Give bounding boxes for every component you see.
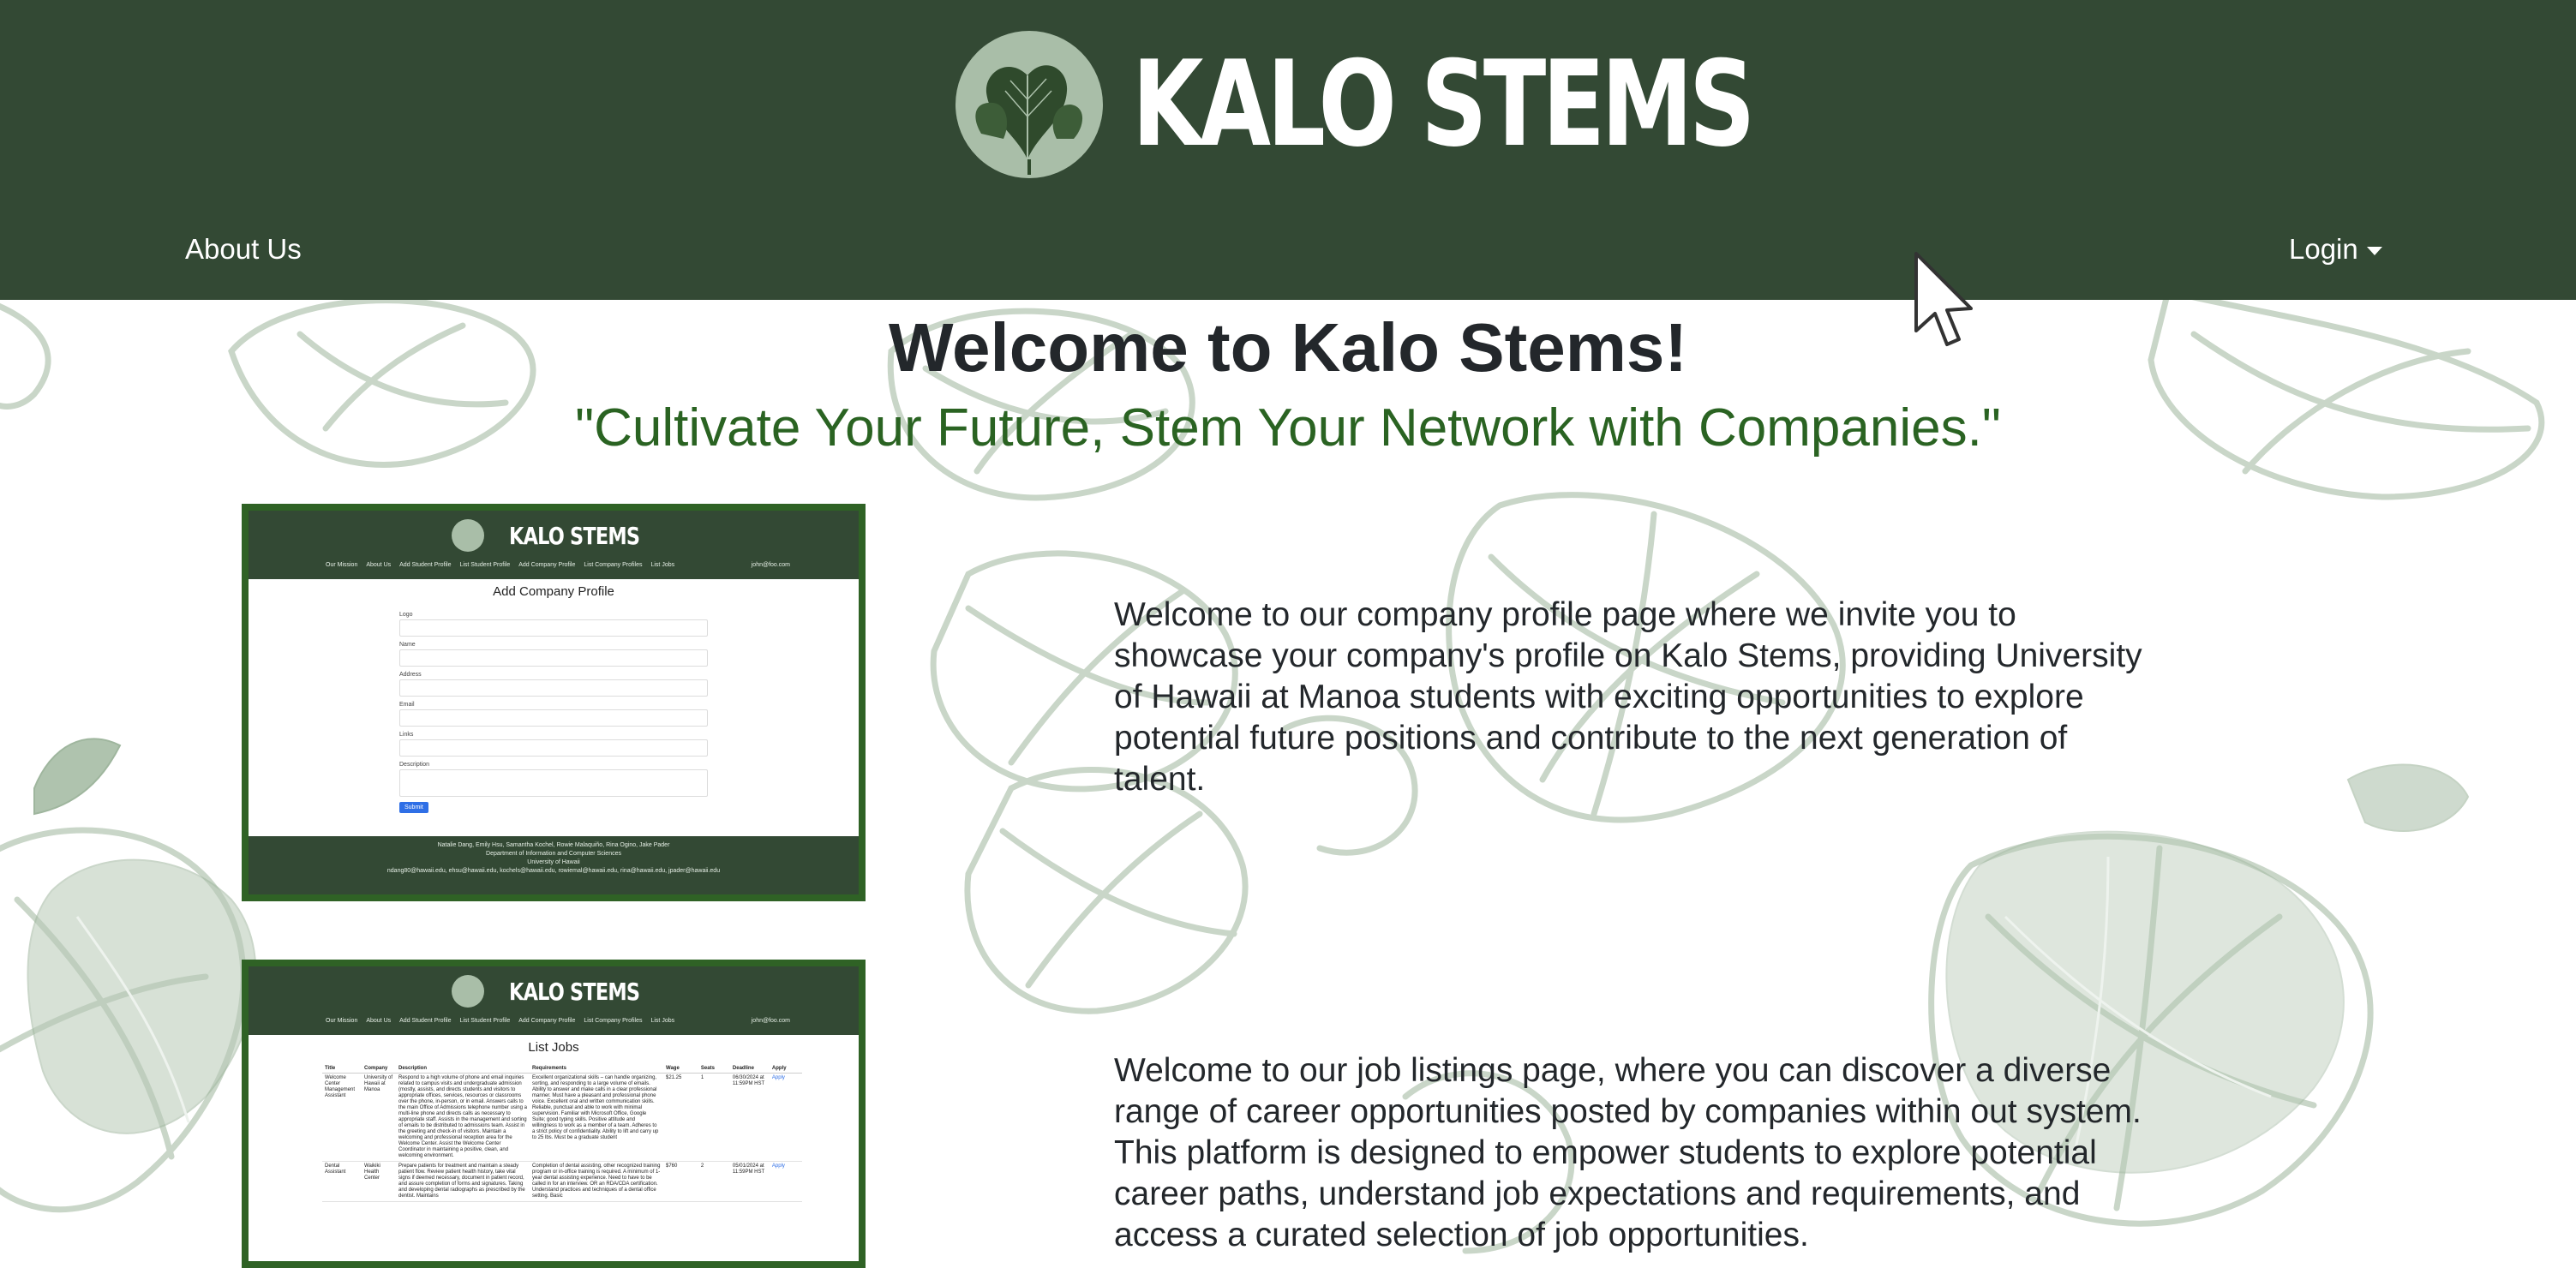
preview-field: [399, 739, 708, 757]
preview-footer-line: University of Hawaii: [527, 859, 580, 865]
table-row: Welcome Center Management Assistant Univ…: [322, 1073, 802, 1162]
table-header-row: Title Company Description Requirements W…: [322, 1064, 802, 1074]
job-description-cell: Prepare patients for treatment and maint…: [396, 1161, 530, 1202]
preview-nav-item: Add Company Profile: [518, 562, 576, 568]
tagline: "Cultivate Your Future, Stem Your Networ…: [575, 398, 2001, 458]
preview-brand: KALO STEMS: [249, 519, 859, 552]
job-apply-cell: Apply: [769, 1161, 802, 1202]
add-company-profile-screenshot: KALO STEMS Our Mission About Us Add Stud…: [242, 504, 866, 901]
table-row: Dental Assistant Waikiki Health Center P…: [322, 1161, 802, 1202]
preview-nav-item: List Student Profile: [459, 1018, 511, 1024]
preview-nav-item: List Student Profile: [459, 562, 511, 568]
taro-leaf-logo-icon: [451, 975, 484, 1008]
preview-header: KALO STEMS Our Mission About Us Add Stud…: [249, 511, 859, 579]
preview-footer-line: Department of Information and Computer S…: [486, 851, 621, 857]
site-header: KALO STEMS About Us Login: [0, 0, 2576, 300]
preview-field: [399, 679, 708, 697]
preview-header: KALO STEMS Our Mission About Us Add Stud…: [249, 966, 859, 1035]
preview-nav-item: About Us: [366, 1018, 392, 1024]
brand-title: KALO STEMS: [1132, 34, 1755, 173]
job-requirements-cell: Completion of dental assisting, other re…: [530, 1161, 663, 1202]
taro-leaf-logo-icon: [451, 519, 484, 552]
job-apply-cell: Apply: [769, 1073, 802, 1162]
preview-textarea: [399, 769, 708, 797]
preview-brand-title: KALO STEMS: [508, 977, 640, 1006]
brand[interactable]: KALO STEMS: [956, 29, 1926, 179]
main-content: Welcome to Kalo Stems! "Cultivate Your F…: [0, 300, 2576, 1268]
preview-brand: KALO STEMS: [249, 975, 859, 1008]
column-header: Seats: [698, 1064, 730, 1074]
column-header: Title: [322, 1064, 362, 1074]
preview-field-label: Links: [399, 732, 414, 738]
job-company-cell: Waikiki Health Center: [362, 1161, 396, 1202]
job-description-cell: Respond to a high volume of phone and em…: [396, 1073, 530, 1162]
column-header: Company: [362, 1064, 396, 1074]
nav-about-us-link[interactable]: About Us: [185, 233, 302, 266]
preview-nav-item: List Company Profiles: [584, 1018, 643, 1024]
job-wage-cell: $760: [663, 1161, 698, 1202]
list-jobs-screenshot: KALO STEMS Our Mission About Us Add Stud…: [242, 960, 866, 1268]
preview-nav-item: Our Mission: [326, 562, 358, 568]
preview-nav: Our Mission About Us Add Student Profile…: [326, 562, 790, 568]
job-listings-description: Welcome to our job listings page, where …: [1114, 1052, 2142, 1253]
job-wage-cell: $21.25: [663, 1073, 698, 1162]
preview-nav-item: List Jobs: [650, 562, 675, 568]
preview-field-label: Address: [399, 672, 422, 678]
preview-field-label: Email: [399, 702, 415, 708]
caret-down-icon: [2366, 247, 2382, 255]
preview-user: john@foo.com: [751, 1018, 790, 1024]
preview-field: [399, 709, 708, 727]
job-seats-cell: 2: [698, 1161, 730, 1202]
preview-nav-item: About Us: [366, 562, 392, 568]
preview-field-label: Name: [399, 642, 416, 648]
column-header: Description: [396, 1064, 530, 1074]
job-title-cell: Welcome Center Management Assistant: [322, 1073, 362, 1162]
column-header: Requirements: [530, 1064, 663, 1074]
preview-field: [399, 619, 708, 637]
mouse-pointer-icon: [1914, 252, 1973, 346]
page-title: Welcome to Kalo Stems!: [888, 309, 1688, 386]
preview-footer-line: ndang80@hawaii.edu, ehsu@hawaii.edu, koc…: [386, 868, 721, 874]
job-title-cell: Dental Assistant: [322, 1161, 362, 1202]
preview-field: [399, 649, 708, 667]
preview-form: Logo Name Address Email Links Descriptio…: [399, 607, 708, 813]
preview-nav-item: Add Company Profile: [518, 1018, 576, 1024]
preview-page-title: List Jobs: [528, 1040, 579, 1055]
taro-leaf-logo-icon: [956, 30, 1103, 178]
login-dropdown[interactable]: Login: [2289, 233, 2382, 266]
job-requirements-cell: Excellent organizational skills – can ha…: [530, 1073, 663, 1162]
preview-field-label: Description: [399, 762, 430, 768]
preview-submit-button: Submit: [399, 802, 428, 813]
preview-nav-item: Add Student Profile: [399, 1018, 452, 1024]
preview-user: john@foo.com: [751, 562, 790, 568]
preview-field-label: Logo: [399, 612, 413, 618]
job-deadline-cell: 06/30/2024 at 11:59PM HST: [729, 1073, 770, 1162]
apply-link: Apply: [771, 1163, 785, 1169]
login-label: Login: [2289, 233, 2358, 265]
preview-nav-item: Our Mission: [326, 1018, 358, 1024]
preview-footer-line: Natalie Dang, Emily Hsu, Samantha Kochel…: [437, 842, 670, 848]
job-seats-cell: 1: [698, 1073, 730, 1162]
column-header: Deadline: [729, 1064, 770, 1074]
company-profile-description: Welcome to our company profile page wher…: [1114, 596, 2142, 798]
column-header: Wage: [663, 1064, 698, 1074]
preview-nav-item: List Company Profiles: [584, 562, 643, 568]
preview-nav-item: List Jobs: [650, 1018, 675, 1024]
apply-link: Apply: [771, 1075, 785, 1080]
preview-body: List Jobs Title Company Description Requ…: [249, 1040, 859, 1202]
column-header: Apply: [769, 1064, 802, 1074]
preview-page-title: Add Company Profile: [493, 584, 614, 599]
preview-jobs-table: Title Company Description Requirements W…: [322, 1064, 802, 1202]
preview-footer: Natalie Dang, Emily Hsu, Samantha Kochel…: [249, 836, 859, 894]
job-company-cell: University of Hawaii at Manoa: [362, 1073, 396, 1162]
preview-nav: Our Mission About Us Add Student Profile…: [326, 1018, 790, 1024]
preview-brand-title: KALO STEMS: [508, 521, 640, 550]
job-deadline-cell: 05/01/2024 at 11:59PM HST: [729, 1161, 770, 1202]
preview-body: Add Company Profile Logo Name Address Em…: [249, 584, 859, 813]
preview-nav-item: Add Student Profile: [399, 562, 452, 568]
